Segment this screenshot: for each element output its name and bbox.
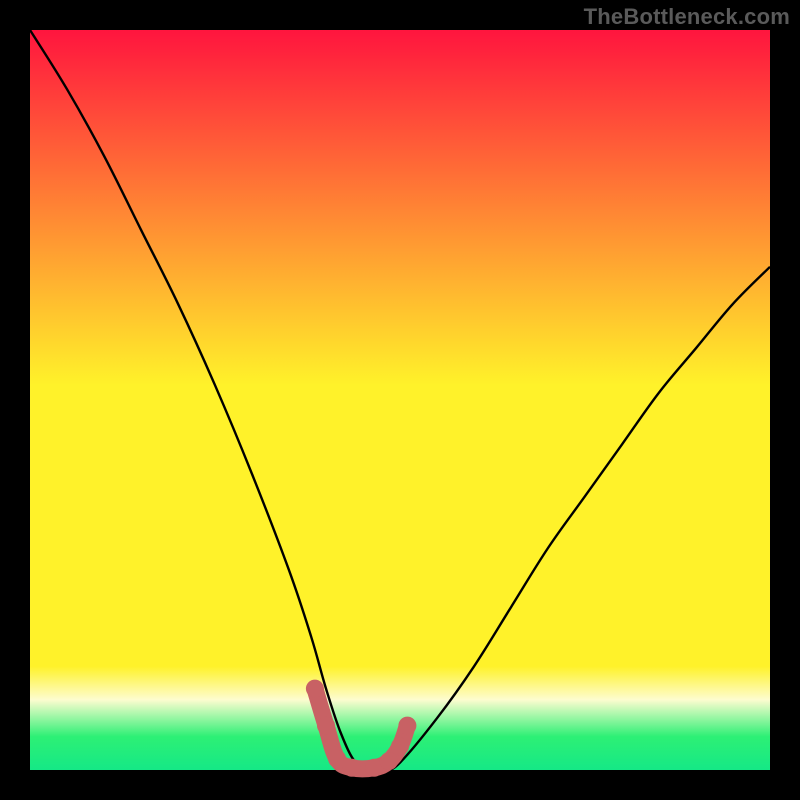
chart-stage: TheBottleneck.com xyxy=(0,0,800,800)
valley-marker-dot xyxy=(398,717,416,735)
valley-marker-dot xyxy=(380,752,398,770)
plot-background xyxy=(30,30,770,770)
valley-marker-dot xyxy=(391,737,409,755)
valley-marker-dot xyxy=(306,680,324,698)
watermark-text: TheBottleneck.com xyxy=(584,4,790,30)
valley-marker-dot xyxy=(343,759,361,777)
bottleneck-chart xyxy=(0,0,800,800)
valley-marker-dot xyxy=(317,717,335,735)
